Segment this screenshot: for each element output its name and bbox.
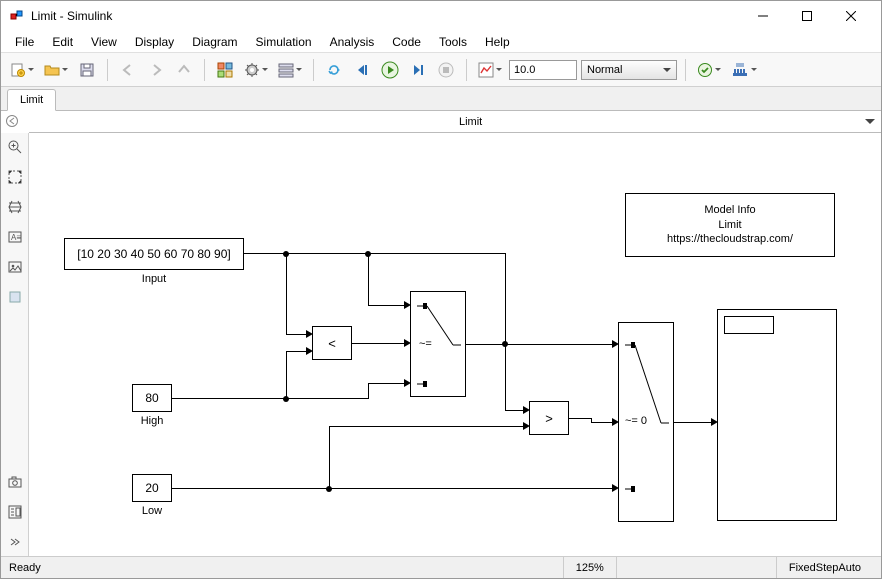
save-button[interactable] <box>75 58 99 82</box>
chevron-down-icon <box>496 68 502 74</box>
chevron-down-icon <box>62 68 68 74</box>
simulation-time-input[interactable]: 10.0 <box>509 60 577 80</box>
menu-diagram[interactable]: Diagram <box>184 33 245 51</box>
block-switch-1[interactable]: ~= <box>410 291 466 397</box>
status-bar: Ready 125% FixedStepAuto <box>1 556 881 578</box>
block-label: High <box>133 415 171 427</box>
model-info-line1: Model Info <box>704 203 755 218</box>
block-label: Input <box>65 273 243 285</box>
breadcrumb-label[interactable]: Limit <box>459 116 881 128</box>
model-config-button[interactable] <box>241 58 271 82</box>
block-high-constant[interactable]: 80 High <box>132 384 172 412</box>
switch-threshold: ~= <box>419 338 432 350</box>
block-low-constant[interactable]: 20 Low <box>132 474 172 502</box>
chevron-down-icon <box>296 68 302 74</box>
block-label: Low <box>133 505 171 517</box>
block-scope[interactable] <box>717 309 837 521</box>
simulation-mode-select[interactable]: Normal <box>581 60 677 80</box>
library-browser-button[interactable] <box>213 58 237 82</box>
fast-restart-button[interactable] <box>322 58 346 82</box>
model-icon <box>33 114 455 130</box>
block-value: 20 <box>145 481 158 495</box>
back-button[interactable] <box>116 58 140 82</box>
zoom-in-icon[interactable] <box>5 137 25 157</box>
chevron-down-icon <box>751 68 757 74</box>
app-icon <box>9 8 25 24</box>
explorer-bar: Limit <box>29 111 881 133</box>
svg-text:A≡: A≡ <box>11 233 21 242</box>
menu-code[interactable]: Code <box>384 33 429 51</box>
expand-icon[interactable] <box>5 532 25 552</box>
block-switch-2[interactable]: ~= 0 <box>618 322 674 522</box>
chevron-down-icon <box>715 68 721 74</box>
fit-view-icon[interactable] <box>5 167 25 187</box>
menu-file[interactable]: File <box>7 33 42 51</box>
area-icon[interactable] <box>5 287 25 307</box>
switch-threshold: ~= 0 <box>625 415 647 427</box>
block-model-info[interactable]: Model Info Limit https://thecloudstrap.c… <box>625 193 835 257</box>
forward-button[interactable] <box>144 58 168 82</box>
menu-edit[interactable]: Edit <box>44 33 81 51</box>
minimize-button[interactable] <box>741 2 785 30</box>
maximize-button[interactable] <box>785 2 829 30</box>
menu-bar: File Edit View Display Diagram Simulatio… <box>1 31 881 53</box>
report-icon[interactable] <box>5 502 25 522</box>
toolbar: 10.0 Normal <box>1 53 881 87</box>
block-input-constant[interactable]: [10 20 30 40 50 60 70 80 90] Input <box>64 238 244 270</box>
data-inspector-button[interactable] <box>475 58 505 82</box>
palette-rail: A≡ <box>1 133 29 556</box>
step-forward-button[interactable] <box>406 58 430 82</box>
stop-button[interactable] <box>434 58 458 82</box>
open-button[interactable] <box>41 58 71 82</box>
hide-browser-button[interactable] <box>5 114 19 131</box>
chevron-down-icon <box>262 68 268 74</box>
block-value: 80 <box>145 391 158 405</box>
menu-simulation[interactable]: Simulation <box>248 33 320 51</box>
model-info-line3: https://thecloudstrap.com/ <box>667 232 793 247</box>
operator-text: < <box>328 336 336 351</box>
menu-view[interactable]: View <box>83 33 125 51</box>
model-canvas[interactable]: [10 20 30 40 50 60 70 80 90] Input 80 Hi… <box>29 133 881 556</box>
menu-analysis[interactable]: Analysis <box>322 33 383 51</box>
chevron-down-icon <box>28 68 34 74</box>
menu-help[interactable]: Help <box>477 33 518 51</box>
update-diagram-button[interactable] <box>694 58 724 82</box>
image-icon[interactable] <box>5 257 25 277</box>
tab-label: Limit <box>20 94 43 106</box>
annotations-icon[interactable]: A≡ <box>5 227 25 247</box>
close-button[interactable] <box>829 2 873 30</box>
up-button[interactable] <box>172 58 196 82</box>
build-button[interactable] <box>728 58 760 82</box>
run-button[interactable] <box>378 58 402 82</box>
new-model-button[interactable] <box>7 58 37 82</box>
step-back-button[interactable] <box>350 58 374 82</box>
breadcrumb-dropdown[interactable] <box>865 119 875 129</box>
status-solver[interactable]: FixedStepAuto <box>776 557 873 578</box>
model-explorer-button[interactable] <box>275 58 305 82</box>
tab-bar: Limit <box>1 87 881 111</box>
menu-tools[interactable]: Tools <box>431 33 475 51</box>
status-zoom[interactable]: 125% <box>563 557 616 578</box>
block-value: [10 20 30 40 50 60 70 80 90] <box>77 247 230 261</box>
toggle-perspective-icon[interactable] <box>5 197 25 217</box>
screenshot-icon[interactable] <box>5 472 25 492</box>
status-ready: Ready <box>9 562 41 574</box>
block-relational-greater[interactable]: > <box>529 401 569 435</box>
menu-display[interactable]: Display <box>127 33 182 51</box>
operator-text: > <box>545 411 553 426</box>
title-bar: Limit - Simulink <box>1 1 881 31</box>
block-relational-less[interactable]: < <box>312 326 352 360</box>
window-title: Limit - Simulink <box>31 9 741 23</box>
model-info-line2: Limit <box>718 218 741 233</box>
model-tab[interactable]: Limit <box>7 89 56 111</box>
